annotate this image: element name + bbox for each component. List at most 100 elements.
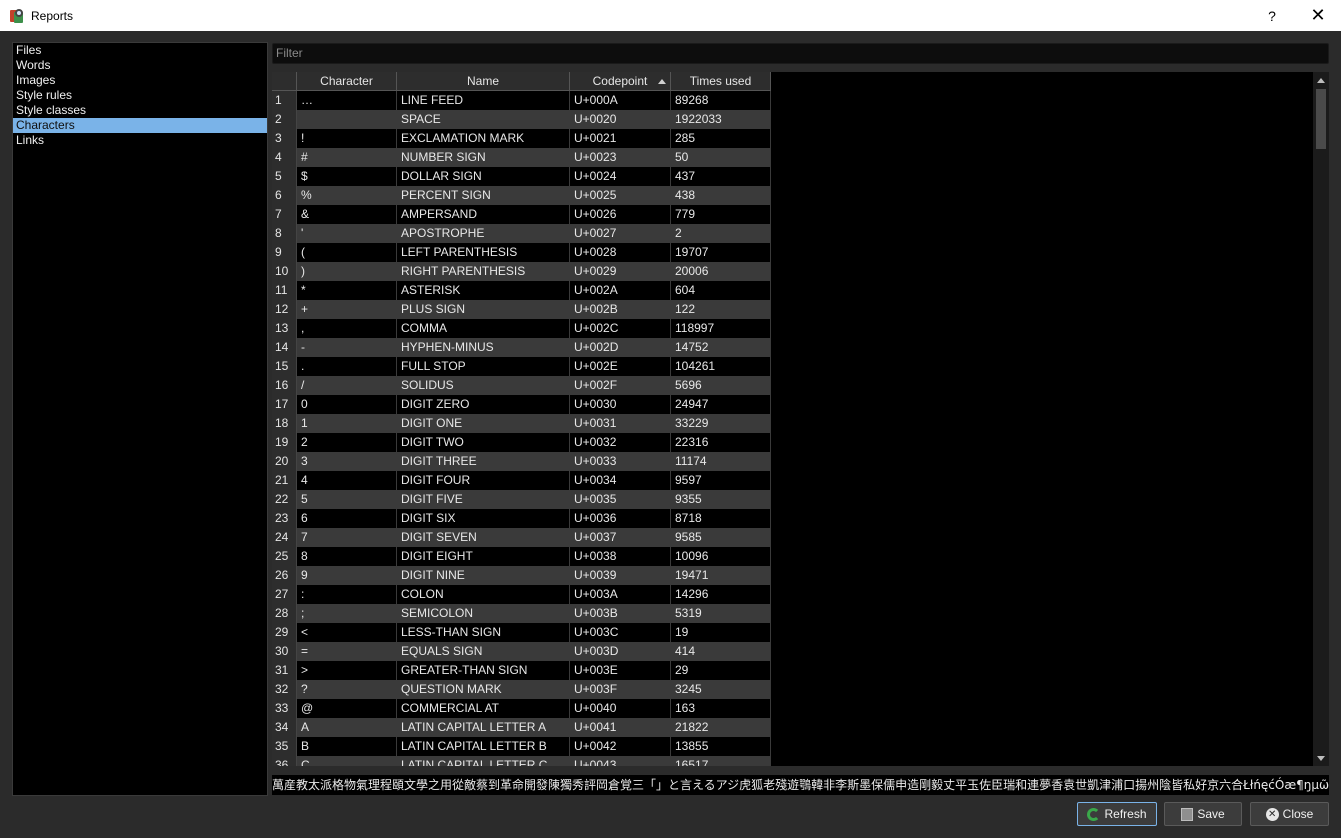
table-row[interactable]: 14- HYPHEN-MINUS U+002D 14752 bbox=[272, 338, 771, 357]
row-number[interactable]: 10 bbox=[272, 262, 297, 281]
codepoint-cell[interactable]: U+0030 bbox=[570, 395, 671, 414]
codepoint-cell[interactable]: U+0033 bbox=[570, 452, 671, 471]
name-cell[interactable]: LATIN CAPITAL LETTER A bbox=[397, 718, 570, 737]
row-number[interactable]: 36 bbox=[272, 756, 297, 766]
name-cell[interactable]: DIGIT EIGHT bbox=[397, 547, 570, 566]
times-used-cell[interactable]: 14752 bbox=[671, 338, 771, 357]
table-row[interactable]: 28; SEMICOLON U+003B 5319 bbox=[272, 604, 771, 623]
table-row[interactable]: 25 8 DIGIT EIGHT U+0038 10096 bbox=[272, 547, 771, 566]
name-cell[interactable]: DIGIT SEVEN bbox=[397, 528, 570, 547]
name-cell[interactable]: HYPHEN-MINUS bbox=[397, 338, 570, 357]
times-used-cell[interactable]: 8718 bbox=[671, 509, 771, 528]
codepoint-cell[interactable]: U+003F bbox=[570, 680, 671, 699]
table-row[interactable]: 22 5 DIGIT FIVE U+0035 9355 bbox=[272, 490, 771, 509]
character-cell[interactable]: + bbox=[297, 300, 397, 319]
name-cell[interactable]: LESS-THAN SIGN bbox=[397, 623, 570, 642]
times-used-cell[interactable]: 19471 bbox=[671, 566, 771, 585]
row-number[interactable]: 12 bbox=[272, 300, 297, 319]
row-number[interactable]: 1 bbox=[272, 91, 297, 110]
table-row[interactable]: 26 9 DIGIT NINE U+0039 19471 bbox=[272, 566, 771, 585]
table-row[interactable]: 9(LEFT PARENTHESIS U+0028 19707 bbox=[272, 243, 771, 262]
name-cell[interactable]: GREATER-THAN SIGN bbox=[397, 661, 570, 680]
name-cell[interactable]: LATIN CAPITAL LETTER C bbox=[397, 756, 570, 766]
codepoint-cell[interactable]: U+003A bbox=[570, 585, 671, 604]
table-row[interactable]: 34 A LATIN CAPITAL LETTER A U+0041 21822 bbox=[272, 718, 771, 737]
codepoint-cell[interactable]: U+000A bbox=[570, 91, 671, 110]
name-cell[interactable]: DIGIT TWO bbox=[397, 433, 570, 452]
table-row[interactable]: 1… LINE FEED U+000A 89268 bbox=[272, 91, 771, 110]
character-cell[interactable]: ( bbox=[297, 243, 397, 262]
name-cell[interactable]: LATIN CAPITAL LETTER B bbox=[397, 737, 570, 756]
times-used-cell[interactable]: 104261 bbox=[671, 357, 771, 376]
codepoint-cell[interactable]: U+003D bbox=[570, 642, 671, 661]
name-cell[interactable]: SOLIDUS bbox=[397, 376, 570, 395]
row-number[interactable]: 8 bbox=[272, 224, 297, 243]
help-button[interactable]: ? bbox=[1249, 0, 1295, 31]
codepoint-cell[interactable]: U+002A bbox=[570, 281, 671, 300]
character-cell[interactable]: B bbox=[297, 737, 397, 756]
codepoint-cell[interactable]: U+003B bbox=[570, 604, 671, 623]
table-row[interactable]: 24 7 DIGIT SEVEN U+0037 9585 bbox=[272, 528, 771, 547]
times-used-cell[interactable]: 14296 bbox=[671, 585, 771, 604]
table-row[interactable]: 31 > GREATER-THAN SIGN U+003E 29 bbox=[272, 661, 771, 680]
times-used-cell[interactable]: 5696 bbox=[671, 376, 771, 395]
times-used-cell[interactable]: 21822 bbox=[671, 718, 771, 737]
codepoint-cell[interactable]: U+0031 bbox=[570, 414, 671, 433]
character-cell[interactable]: 9 bbox=[297, 566, 397, 585]
filter-input[interactable]: Filter bbox=[272, 43, 1329, 64]
name-cell[interactable]: EXCLAMATION MARK bbox=[397, 129, 570, 148]
codepoint-cell[interactable]: U+0041 bbox=[570, 718, 671, 737]
name-cell[interactable]: COLON bbox=[397, 585, 570, 604]
character-cell[interactable]: 5 bbox=[297, 490, 397, 509]
character-cell[interactable]: 7 bbox=[297, 528, 397, 547]
character-cell[interactable]: A bbox=[297, 718, 397, 737]
codepoint-cell[interactable]: U+0035 bbox=[570, 490, 671, 509]
times-used-cell[interactable]: 437 bbox=[671, 167, 771, 186]
character-cell[interactable]: ; bbox=[297, 604, 397, 623]
character-cell[interactable]: % bbox=[297, 186, 397, 205]
nav-item-words[interactable]: Words bbox=[13, 58, 267, 73]
character-cell[interactable] bbox=[297, 110, 397, 129]
table-row[interactable]: 33 @ COMMERCIAL AT U+0040 163 bbox=[272, 699, 771, 718]
row-number[interactable]: 26 bbox=[272, 566, 297, 585]
character-cell[interactable]: 3 bbox=[297, 452, 397, 471]
times-used-cell[interactable]: 438 bbox=[671, 186, 771, 205]
codepoint-cell[interactable]: U+002F bbox=[570, 376, 671, 395]
table-row[interactable]: 27: COLON U+003A 14296 bbox=[272, 585, 771, 604]
character-cell[interactable]: * bbox=[297, 281, 397, 300]
name-cell[interactable]: RIGHT PARENTHESIS bbox=[397, 262, 570, 281]
name-cell[interactable]: DIGIT SIX bbox=[397, 509, 570, 528]
times-used-cell[interactable]: 10096 bbox=[671, 547, 771, 566]
codepoint-cell[interactable]: U+0029 bbox=[570, 262, 671, 281]
character-cell[interactable]: ! bbox=[297, 129, 397, 148]
times-used-cell[interactable]: 3245 bbox=[671, 680, 771, 699]
times-used-cell[interactable]: 13855 bbox=[671, 737, 771, 756]
row-number[interactable]: 18 bbox=[272, 414, 297, 433]
scroll-up-button[interactable] bbox=[1313, 72, 1329, 88]
name-cell[interactable]: ASTERISK bbox=[397, 281, 570, 300]
name-cell[interactable]: LEFT PARENTHESIS bbox=[397, 243, 570, 262]
row-number[interactable]: 33 bbox=[272, 699, 297, 718]
name-cell[interactable]: NUMBER SIGN bbox=[397, 148, 570, 167]
table-row[interactable]: 36 C LATIN CAPITAL LETTER C U+0043 16517 bbox=[272, 756, 771, 766]
character-cell[interactable]: C bbox=[297, 756, 397, 766]
row-number[interactable]: 22 bbox=[272, 490, 297, 509]
times-used-cell[interactable]: 22316 bbox=[671, 433, 771, 452]
scroll-down-button[interactable] bbox=[1313, 750, 1329, 766]
name-cell[interactable]: DIGIT THREE bbox=[397, 452, 570, 471]
times-used-cell[interactable]: 20006 bbox=[671, 262, 771, 281]
table-row[interactable]: 6% PERCENT SIGN U+0025 438 bbox=[272, 186, 771, 205]
table-corner[interactable] bbox=[272, 72, 297, 91]
column-header-times-used[interactable]: Times used bbox=[671, 72, 771, 91]
name-cell[interactable]: DIGIT ONE bbox=[397, 414, 570, 433]
row-number[interactable]: 25 bbox=[272, 547, 297, 566]
row-number[interactable]: 32 bbox=[272, 680, 297, 699]
table-row[interactable]: 8 ' APOSTROPHE U+0027 2 bbox=[272, 224, 771, 243]
table-row[interactable]: 4 # NUMBER SIGN U+0023 50 bbox=[272, 148, 771, 167]
character-cell[interactable]: = bbox=[297, 642, 397, 661]
character-cell[interactable]: $ bbox=[297, 167, 397, 186]
row-number[interactable]: 20 bbox=[272, 452, 297, 471]
times-used-cell[interactable]: 19 bbox=[671, 623, 771, 642]
codepoint-cell[interactable]: U+002B bbox=[570, 300, 671, 319]
character-cell[interactable]: ? bbox=[297, 680, 397, 699]
